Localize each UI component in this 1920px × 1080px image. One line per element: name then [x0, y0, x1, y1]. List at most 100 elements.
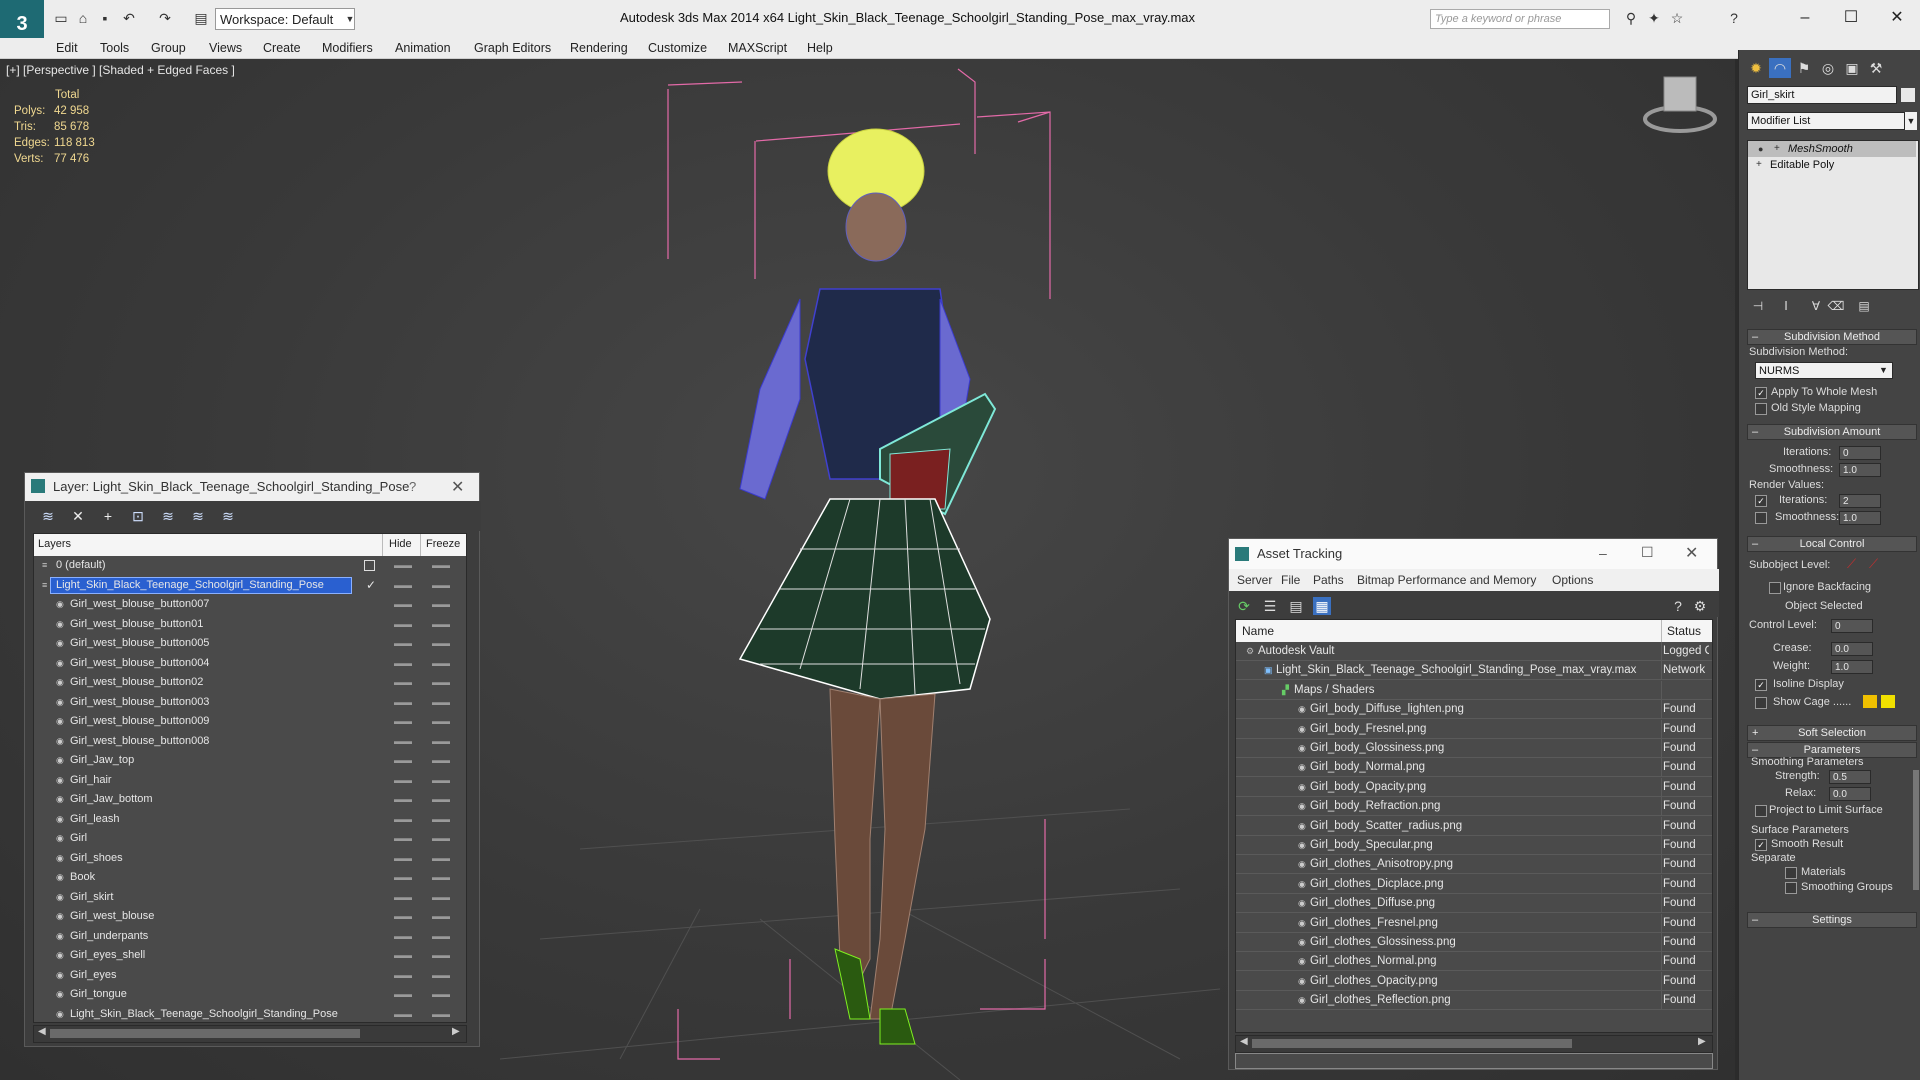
asset-row[interactable]: ◉ Girl_body_Fresnel.png Found: [1236, 719, 1712, 739]
layer-row[interactable]: ◉ Girl_eyes_shell ▬▬ ▬▬: [34, 946, 466, 965]
freeze-toggle[interactable]: ▬▬: [432, 771, 450, 790]
hide-toggle[interactable]: ▬▬: [394, 1005, 412, 1024]
open-file-icon[interactable]: ⌂: [74, 10, 92, 26]
weight-spinner[interactable]: 1.0: [1831, 660, 1873, 674]
project-folder-icon[interactable]: ▤: [192, 10, 210, 26]
relax-spinner[interactable]: 0.0: [1829, 787, 1871, 801]
scroll-left-icon[interactable]: ◀: [38, 1026, 46, 1037]
asset-row[interactable]: ◉ Girl_clothes_Fresnel.png Found: [1236, 913, 1712, 933]
asset-row[interactable]: ◉ Girl_clothes_Opacity.png Found: [1236, 971, 1712, 991]
freeze-toggle[interactable]: ▬▬: [432, 849, 450, 868]
smoothness-spinner[interactable]: 1.0: [1839, 463, 1881, 477]
layer-row[interactable]: ◉ Girl_west_blouse_button01 ▬▬ ▬▬: [34, 615, 466, 634]
redo-icon[interactable]: ↷: [156, 10, 174, 26]
hide-toggle[interactable]: ▬▬: [394, 634, 412, 653]
list-view-icon[interactable]: ☰: [1261, 597, 1279, 615]
freeze-toggle[interactable]: ▬▬: [432, 751, 450, 770]
chevron-down-icon[interactable]: ▼: [1905, 112, 1917, 130]
create-tab-icon[interactable]: ✹: [1745, 58, 1767, 78]
asset-row[interactable]: ◉ Girl_clothes_Diffuse.png Found: [1236, 894, 1712, 914]
new-file-icon[interactable]: ▭: [52, 10, 70, 26]
freeze-toggle[interactable]: ▬▬: [432, 868, 450, 887]
layer-row[interactable]: ◉ Girl_west_blouse_button007 ▬▬ ▬▬: [34, 595, 466, 614]
menu-animation[interactable]: Animation: [395, 41, 451, 55]
freeze-toggle[interactable]: ▬▬: [432, 1005, 450, 1024]
hide-toggle[interactable]: ▬▬: [394, 849, 412, 868]
column-freeze[interactable]: Freeze: [426, 538, 460, 550]
column-layers[interactable]: Layers: [38, 538, 71, 550]
freeze-toggle[interactable]: ▬▬: [432, 927, 450, 946]
menu-create[interactable]: Create: [263, 41, 301, 55]
layer-row[interactable]: ◉ Girl_Jaw_bottom ▬▬ ▬▬: [34, 790, 466, 809]
pin-stack-icon[interactable]: ⊣: [1747, 296, 1769, 316]
hide-toggle[interactable]: ▬▬: [394, 712, 412, 731]
rollout-subdivision-amount[interactable]: – Subdivision Amount: [1747, 424, 1917, 440]
menu-customize[interactable]: Customize: [648, 41, 707, 55]
old-style-mapping-checkbox[interactable]: [1755, 403, 1767, 415]
minimize-icon[interactable]: –: [1599, 545, 1607, 561]
stack-item-editable-poly[interactable]: Editable Poly: [1748, 157, 1916, 173]
asset-row[interactable]: ◉ Girl_clothes_Glossiness.png Found: [1236, 933, 1712, 952]
object-color-swatch[interactable]: [1901, 88, 1915, 102]
hide-toggle[interactable]: ▬▬: [394, 985, 412, 1004]
layer-row[interactable]: ◉ Girl_west_blouse_button009 ▬▬ ▬▬: [34, 712, 466, 731]
menu-tools[interactable]: Tools: [100, 41, 129, 55]
workspace-dropdown[interactable]: Workspace: Default: [215, 8, 355, 30]
column-status[interactable]: Status: [1667, 624, 1701, 638]
freeze-toggle[interactable]: ▬▬: [432, 732, 450, 751]
scroll-left-icon[interactable]: ◀: [1240, 1036, 1248, 1047]
strength-spinner[interactable]: 0.5: [1829, 770, 1871, 784]
freeze-toggle[interactable]: ▬▬: [432, 712, 450, 731]
freeze-toggle[interactable]: ▬▬: [432, 810, 450, 829]
motion-tab-icon[interactable]: ◎: [1817, 58, 1839, 78]
asset-row[interactable]: ◉ Girl_body_Specular.png Found: [1236, 836, 1712, 855]
asset-row[interactable]: ◉ Girl_body_Refraction.png Found: [1236, 797, 1712, 817]
minimize-icon[interactable]: –: [1790, 6, 1820, 30]
chevron-down-icon[interactable]: ▼: [1879, 362, 1888, 379]
layer-row[interactable]: ◉ Girl_west_blouse_button005 ▬▬ ▬▬: [34, 634, 466, 653]
asset-row[interactable]: ◉ Girl_body_Diffuse_lighten.png Found: [1236, 700, 1712, 720]
freeze-toggle[interactable]: ▬▬: [432, 654, 450, 673]
freeze-toggle[interactable]: ▬▬: [432, 888, 450, 907]
freeze-toggle[interactable]: ▬▬: [432, 985, 450, 1004]
project-limit-surface-checkbox[interactable]: [1755, 805, 1767, 817]
expand-icon[interactable]: +: [1756, 159, 1762, 170]
hide-all-icon[interactable]: ≋: [189, 507, 207, 525]
help-icon[interactable]: ?: [1725, 10, 1743, 26]
settings-icon[interactable]: ⚙: [1691, 597, 1709, 615]
highlight-layer-icon[interactable]: ≋: [159, 507, 177, 525]
asset-row[interactable]: ▞ Maps / Shaders: [1236, 680, 1712, 700]
freeze-toggle[interactable]: ▬▬: [432, 790, 450, 809]
menu-views[interactable]: Views: [209, 41, 242, 55]
smoothing-groups-checkbox[interactable]: [1785, 882, 1797, 894]
make-unique-icon[interactable]: ∀: [1805, 296, 1827, 316]
asset-menu-file[interactable]: File: [1281, 573, 1300, 587]
command-panel-scrollbar[interactable]: [1913, 770, 1919, 890]
display-tab-icon[interactable]: ▣: [1841, 58, 1863, 78]
asset-row[interactable]: ◉ Girl_clothes_Normal.png Found: [1236, 952, 1712, 972]
hide-toggle[interactable]: ▬▬: [394, 829, 412, 848]
hide-toggle[interactable]: ▬▬: [394, 888, 412, 907]
show-end-result-icon[interactable]: Ⅰ: [1775, 296, 1797, 316]
layer-row[interactable]: ◉ Girl_leash ▬▬ ▬▬: [34, 810, 466, 829]
layer-row[interactable]: ◉ Girl_skirt ▬▬ ▬▬: [34, 888, 466, 907]
modifier-list-dropdown[interactable]: Modifier List: [1747, 112, 1905, 130]
save-icon[interactable]: ▪: [96, 10, 114, 26]
asset-row[interactable]: ⚙ Autodesk Vault Logged O: [1236, 642, 1712, 661]
menu-help[interactable]: Help: [807, 41, 833, 55]
hide-toggle[interactable]: ▬▬: [394, 615, 412, 634]
render-smoothness-checkbox[interactable]: [1755, 512, 1767, 524]
freeze-all-icon[interactable]: ≋: [219, 507, 237, 525]
control-level-spinner[interactable]: 0: [1831, 619, 1873, 633]
hide-toggle[interactable]: ▬▬: [394, 576, 412, 595]
layer-row[interactable]: ◉ Girl_underpants ▬▬ ▬▬: [34, 927, 466, 946]
asset-menu-paths[interactable]: Paths: [1313, 573, 1344, 587]
layer-row[interactable]: ≡ 0 (default) ▬▬ ▬▬: [34, 556, 466, 575]
freeze-toggle[interactable]: ▬▬: [432, 829, 450, 848]
asset-menu-server[interactable]: Server: [1237, 573, 1272, 587]
freeze-toggle[interactable]: ▬▬: [432, 634, 450, 653]
freeze-toggle[interactable]: ▬▬: [432, 966, 450, 985]
scroll-right-icon[interactable]: ▶: [1698, 1036, 1706, 1047]
hide-toggle[interactable]: ▬▬: [394, 810, 412, 829]
cage-color-swatch-2[interactable]: [1881, 695, 1895, 708]
